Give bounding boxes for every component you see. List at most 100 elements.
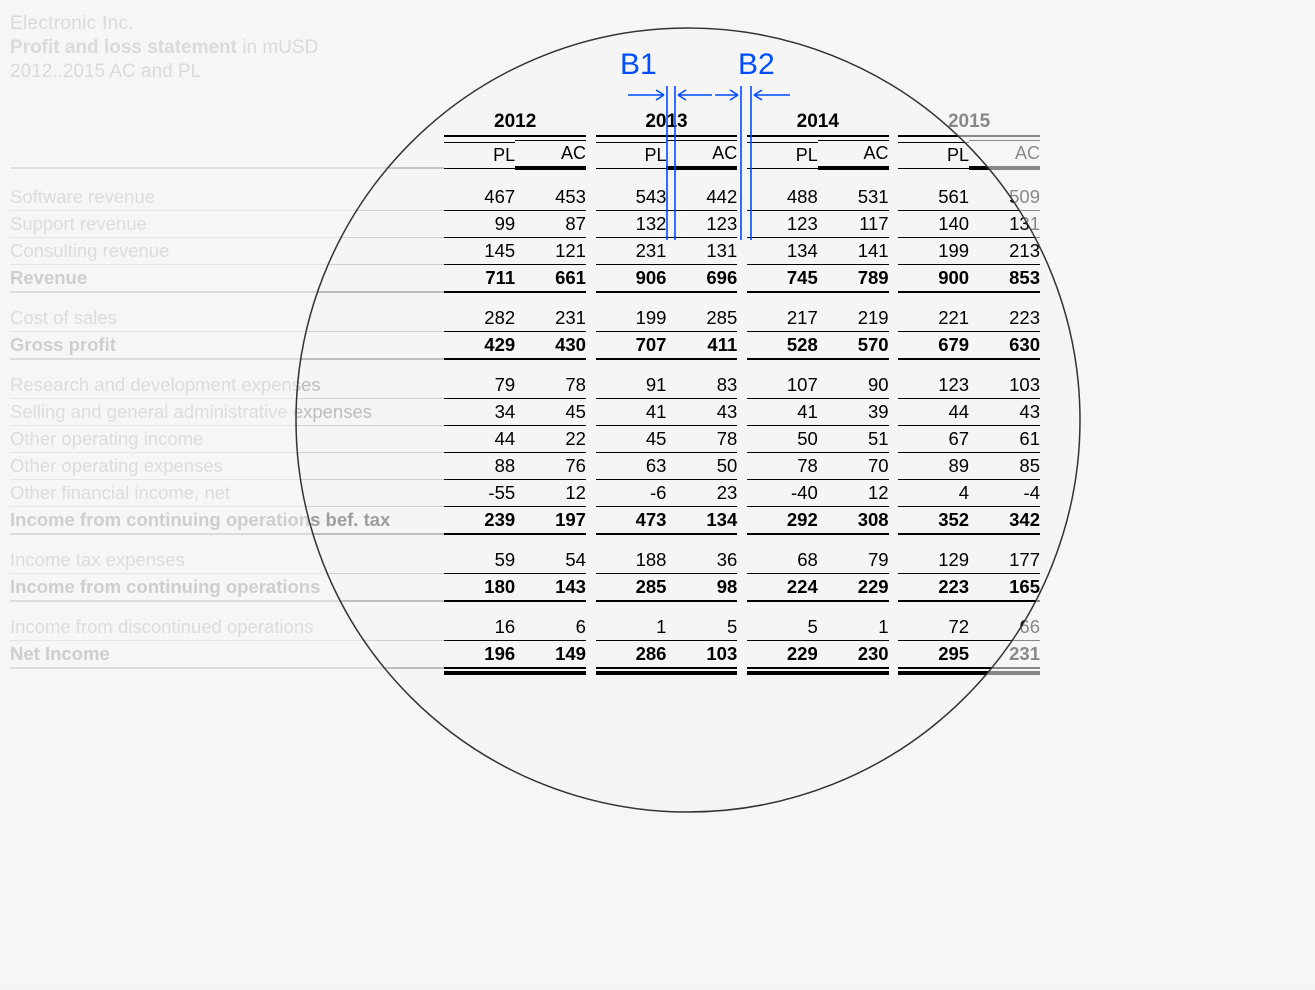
company-name: Electronic Inc. [10, 12, 1040, 36]
cell-value: 16 [444, 614, 515, 641]
cell-value: 570 [818, 332, 889, 360]
cell-value: 707 [596, 332, 667, 360]
cell-value: 63 [596, 453, 667, 480]
cell-value: 219 [818, 305, 889, 332]
cell-value: 188 [596, 547, 667, 574]
year-header: 2012 [444, 111, 586, 137]
pnl-table: 2012201320142015 PLACPLACPLACPLACSoftwar… [10, 111, 1040, 669]
cell-value: 134 [747, 238, 818, 265]
cell-value: 223 [969, 305, 1040, 332]
row-label: Research and development expenses [10, 372, 444, 399]
cell-value: 45 [515, 399, 586, 426]
cell-value: 231 [969, 641, 1040, 669]
row-label: Consulting revenue [10, 238, 444, 265]
row-label: Income from continuing operations [10, 574, 444, 602]
cell-value: 661 [515, 265, 586, 293]
cell-value: 141 [818, 238, 889, 265]
cell-value: 679 [898, 332, 969, 360]
cell-value: 67 [898, 426, 969, 453]
cell-value: 103 [969, 372, 1040, 399]
cell-value: 41 [747, 399, 818, 426]
cell-value: 43 [666, 399, 737, 426]
row-label: Revenue [10, 265, 444, 293]
cell-value: 282 [444, 305, 515, 332]
subheader-ac: AC [969, 140, 1040, 170]
cell-value: 789 [818, 265, 889, 293]
cell-value: 853 [969, 265, 1040, 293]
cell-value: 68 [747, 547, 818, 574]
cell-value: 180 [444, 574, 515, 602]
cell-value: 76 [515, 453, 586, 480]
cell-value: 165 [969, 574, 1040, 602]
cell-value: 229 [747, 641, 818, 669]
cell-value: 79 [818, 547, 889, 574]
cell-value: -6 [596, 480, 667, 507]
row-label: Support revenue [10, 211, 444, 238]
cell-value: 129 [898, 547, 969, 574]
cell-value: -55 [444, 480, 515, 507]
cell-value: 217 [747, 305, 818, 332]
subheader-pl: PL [444, 142, 515, 169]
cell-value: 488 [747, 184, 818, 211]
cell-value: 352 [898, 507, 969, 535]
cell-value: 107 [747, 372, 818, 399]
cell-value: 196 [444, 641, 515, 669]
cell-value: 199 [596, 305, 667, 332]
cell-value: 45 [596, 426, 667, 453]
cell-value: 50 [747, 426, 818, 453]
cell-value: 1 [818, 614, 889, 641]
table-row: Cost of sales282231199285217219221223 [10, 305, 1040, 332]
cell-value: 900 [898, 265, 969, 293]
cell-value: -4 [969, 480, 1040, 507]
table-row: Gross profit429430707411528570679630 [10, 332, 1040, 360]
cell-value: 50 [666, 453, 737, 480]
cell-value: 630 [969, 332, 1040, 360]
row-label: Gross profit [10, 332, 444, 360]
table-row: Other financial income, net-5512-623-401… [10, 480, 1040, 507]
subheader-ac: AC [818, 140, 889, 170]
cell-value: 41 [596, 399, 667, 426]
table-row: Support revenue9987132123123117140131 [10, 211, 1040, 238]
cell-value: 132 [596, 211, 667, 238]
cell-value: 295 [898, 641, 969, 669]
cell-value: 87 [515, 211, 586, 238]
cell-value: 442 [666, 184, 737, 211]
cell-value: 140 [898, 211, 969, 238]
cell-value: 906 [596, 265, 667, 293]
table-row: Income from continuing operations bef. t… [10, 507, 1040, 535]
cell-value: 4 [898, 480, 969, 507]
cell-value: 145 [444, 238, 515, 265]
cell-value: 43 [969, 399, 1040, 426]
table-row: Research and development expenses7978918… [10, 372, 1040, 399]
cell-value: 121 [515, 238, 586, 265]
cell-value: 39 [818, 399, 889, 426]
cell-value: 143 [515, 574, 586, 602]
cell-value: 131 [969, 211, 1040, 238]
cell-value: 453 [515, 184, 586, 211]
cell-value: 131 [666, 238, 737, 265]
cell-value: 123 [898, 372, 969, 399]
cell-value: 91 [596, 372, 667, 399]
cell-value: 231 [596, 238, 667, 265]
subheader-pl: PL [747, 142, 818, 169]
cell-value: 528 [747, 332, 818, 360]
cell-value: 99 [444, 211, 515, 238]
cell-value: 72 [898, 614, 969, 641]
table-row: Net Income196149286103229230295231 [10, 641, 1040, 669]
cell-value: 308 [818, 507, 889, 535]
cell-value: 473 [596, 507, 667, 535]
subheader-ac: AC [666, 140, 737, 170]
cell-value: 429 [444, 332, 515, 360]
cell-value: 22 [515, 426, 586, 453]
cell-value: 36 [666, 547, 737, 574]
table-row: Selling and general administrative expen… [10, 399, 1040, 426]
cell-value: 285 [666, 305, 737, 332]
cell-value: 239 [444, 507, 515, 535]
cell-value: 44 [444, 426, 515, 453]
cell-value: 61 [969, 426, 1040, 453]
cell-value: 79 [444, 372, 515, 399]
cell-value: 224 [747, 574, 818, 602]
cell-value: 54 [515, 547, 586, 574]
cell-value: 5 [666, 614, 737, 641]
cell-value: 134 [666, 507, 737, 535]
